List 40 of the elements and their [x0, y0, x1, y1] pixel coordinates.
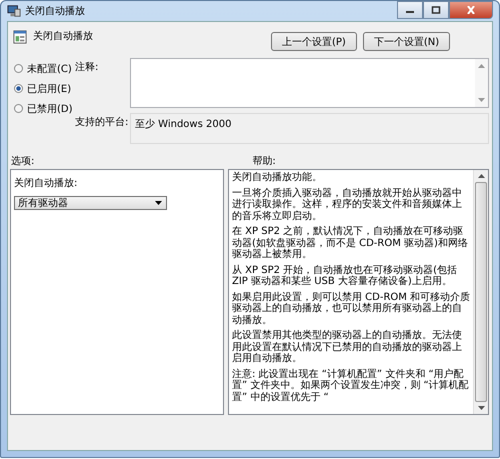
option-label: 关闭自动播放: — [14, 176, 78, 190]
help-paragraph: 关闭自动播放功能。 — [232, 172, 323, 184]
radio-button[interactable] — [14, 64, 23, 73]
scroll-up-icon — [478, 174, 484, 178]
drive-dropdown[interactable]: 所有驱动器 — [14, 196, 167, 210]
help-paragraph: 一旦将介质插入驱动器，自动播放就开始从驱动器中进行读取操作。这样，程序的安装文件和音频媒体上的音乐将立即启动。 — [232, 188, 463, 222]
help-paragraph: 此设置禁用其他类型的驱动器上的自动播放。无法使用此设置在默认情况下已禁用的自动播放的驱动器上启用自动播放。 — [232, 330, 463, 364]
close-button[interactable] — [449, 1, 493, 19]
policy-title: 关闭自动播放 — [33, 30, 94, 43]
help-paragraph: 注意: 此设置出现在 “计算机配置” 文件夹和 “用户配置” 文件夹中。如果两个设置发生冲突，则 “计算机配置” 中的设置优先于 “ — [232, 368, 470, 403]
comment-field[interactable] — [130, 58, 489, 108]
window-title: 关闭自动播放 — [25, 4, 86, 18]
radio-label[interactable]: 已禁用(D) — [27, 102, 73, 116]
platform-label: 支持的平台: — [75, 116, 130, 130]
settings-page-icon — [13, 30, 27, 44]
scroll-up-icon — [478, 64, 485, 68]
comment-label: 注释: — [75, 60, 100, 75]
platform-value: 至少 Windows 2000 — [135, 119, 232, 130]
radio-label[interactable]: 未配置(C) — [27, 62, 72, 76]
help-paragraph: 如果启用此设置，则可以禁用 CD-ROM 和可移动介质驱动器上的自动播放，也可以禁用所有驱动器上的自动播放。 — [232, 292, 471, 326]
dropdown-arrow-icon — [155, 201, 162, 205]
help-paragraph: 在 XP SP2 之前，默认情况下，自动播放在可移动驱动器(如软盘驱动器，而不是 CD-ROM 驱动器)和网络驱动器上被禁用。 — [232, 226, 469, 260]
radio-button[interactable] — [14, 84, 23, 93]
nav-button[interactable]: 下一个设置(N) — [362, 32, 450, 51]
scrollbar[interactable] — [475, 59, 488, 107]
nav-button[interactable]: 上一个设置(P) — [271, 32, 357, 51]
options-label: 选项: — [11, 154, 34, 164]
help-label: 帮助: — [252, 154, 276, 164]
scroll-thumb[interactable] — [475, 182, 487, 402]
scrollbar[interactable] — [473, 170, 488, 414]
maximize-icon — [431, 6, 441, 14]
scroll-down-icon — [478, 406, 484, 410]
close-icon — [466, 6, 476, 14]
help-paragraph: 从 XP SP2 开始，自动播放也在可移动驱动器(包括 ZIP 驱动器和某些 USB 大容量存储设备)上启用。 — [232, 264, 458, 288]
scroll-down-icon — [478, 98, 485, 102]
computer-icon — [7, 4, 21, 18]
radio-button[interactable] — [14, 104, 23, 113]
minimize-button[interactable] — [397, 1, 423, 19]
maximize-button[interactable] — [423, 1, 449, 19]
radio-label[interactable]: 已启用(E) — [27, 82, 72, 96]
